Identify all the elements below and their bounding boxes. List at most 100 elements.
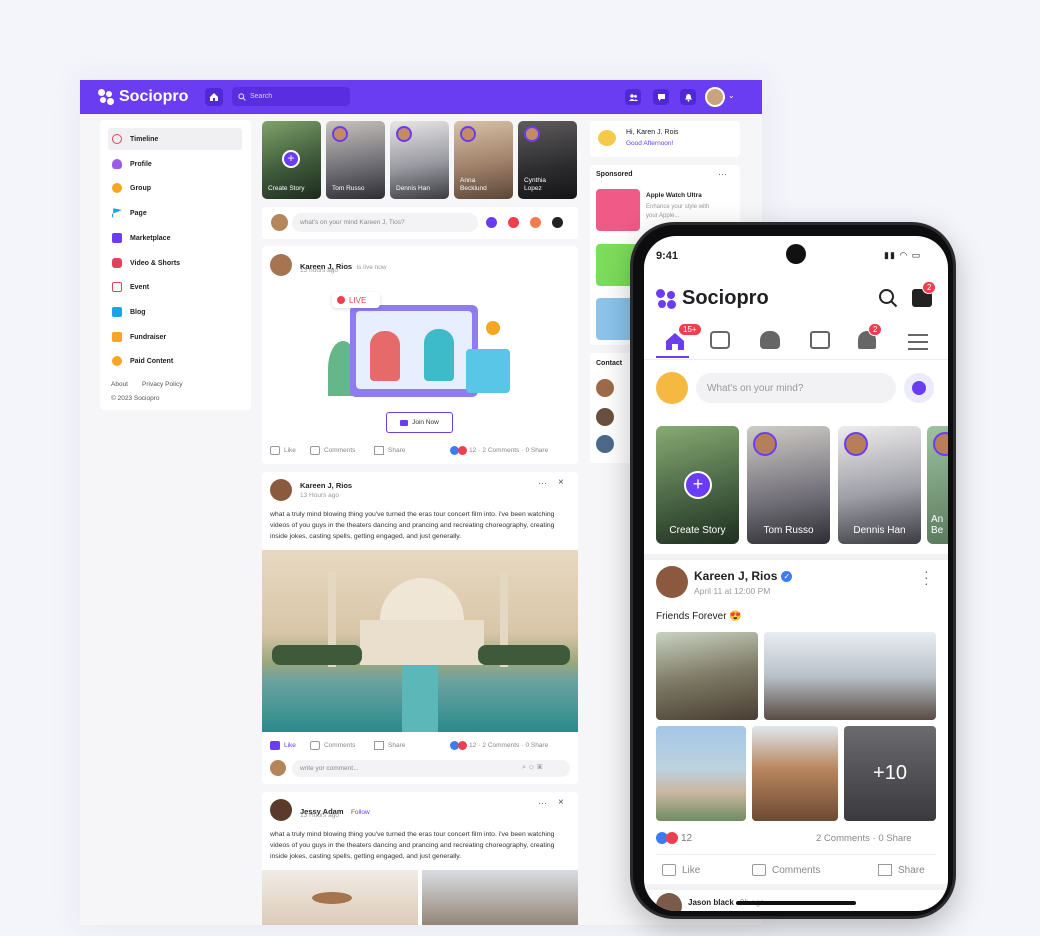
friends-button[interactable] [625,89,641,105]
messenger-icon[interactable]: 2 [912,281,937,307]
sidebar-item-blog[interactable]: Blog [108,301,242,323]
tab-video[interactable] [710,331,734,353]
sidebar-footer: About Privacy Policy © 2023 Sociopro [111,378,196,406]
sidebar-item-video-shorts[interactable]: Video & Shorts [108,252,242,274]
reactions[interactable]: 12 [656,832,692,844]
search-input[interactable]: Search [232,87,350,106]
sponsored-image[interactable] [596,189,640,231]
story-item[interactable]: Cynthia Lopez [518,121,577,199]
sidebar-item-profile[interactable]: Profile [108,153,242,175]
story-item[interactable]: Dennis Han [390,121,449,199]
sidebar-item-label: Marketplace [130,234,171,242]
close-icon[interactable]: × [558,797,564,808]
avatar[interactable] [656,893,682,911]
story-create[interactable]: + Create Story [656,426,739,544]
about-link[interactable]: About [111,381,128,388]
sidebar-item-fundraiser[interactable]: Fundraiser [108,326,242,348]
home-button[interactable] [205,88,223,106]
post-photo[interactable] [656,632,758,720]
story-create[interactable]: + Create Story [262,121,321,199]
brand-logo[interactable]: Sociopro [98,88,188,106]
more-options-icon[interactable]: ··· [538,798,547,808]
messages-button[interactable] [653,89,669,105]
story-item[interactable]: Tom Russo [747,426,830,544]
sponsored-item-title[interactable]: Apple Watch Ultra [646,192,702,199]
search-icon[interactable] [878,288,898,308]
user-avatar[interactable] [705,87,725,107]
feeling-icon[interactable] [486,217,497,228]
tab-home[interactable]: 15+ [664,323,702,353]
comments-button[interactable]: Comments [310,741,355,750]
tab-menu[interactable] [908,334,932,356]
post-photo-more[interactable]: +10 [844,726,936,821]
chevron-down-icon[interactable]: ⌄ [728,91,735,100]
sidebar-item-group[interactable]: Group [108,177,242,199]
story-item[interactable]: Dennis Han [838,426,921,544]
join-button-label: Join Now [412,419,439,426]
sidebar-item-event[interactable]: Event [108,276,242,298]
share-button[interactable]: Share [374,446,405,455]
sidebar-item-page[interactable]: Page [108,202,242,224]
video-icon [112,258,122,268]
search-placeholder: Search [250,93,273,100]
avatar[interactable] [656,372,688,404]
like-button[interactable]: Like [270,741,296,750]
post-author[interactable]: Kareen J, Rios [694,569,777,583]
search-icon [238,92,246,101]
more-icon[interactable] [552,217,563,228]
post-time: April 11 at 12:00 PM [694,586,771,596]
avatar [270,254,292,276]
story-item[interactable]: Anna Becklund [454,121,513,199]
join-now-button[interactable]: Join Now [386,412,453,433]
phone-bezel: 9:41 ▮▮ ◠ ▭ Sociopro 2 15+ 2 What's on y… [633,225,953,916]
attach-icon[interactable]: ⌕ ☺ ▣ [522,764,542,772]
post-photo[interactable] [656,726,746,821]
story-avatar [332,126,348,142]
comment-count[interactable]: 2 Comments [816,833,870,844]
notification-badge: 2 [868,323,883,336]
sidebar-item-timeline[interactable]: Timeline [108,128,242,150]
tag-people-icon[interactable] [530,217,541,228]
contact-avatar[interactable] [596,408,614,426]
blog-icon [112,307,122,317]
paid-content-icon [112,356,122,366]
privacy-policy-link[interactable]: Privacy Policy [142,381,182,388]
share-count: 0 Share [525,742,549,749]
app-logo[interactable]: Sociopro [656,287,769,310]
tab-notifications[interactable]: 2 [858,323,883,353]
tab-friends[interactable] [760,331,784,353]
avatar[interactable] [656,566,688,598]
comments-button[interactable]: Comments [310,446,355,455]
contact-avatar[interactable] [596,379,614,397]
story-item[interactable]: Tom Russo [326,121,385,199]
comment-count[interactable]: 2 Comments [482,742,519,749]
more-options-icon[interactable]: ··· [924,564,929,590]
more-options-icon[interactable]: ··· [718,169,727,179]
share-button[interactable]: Share [374,741,405,750]
post-author[interactable]: Jason black [688,898,734,907]
sidebar-item-marketplace[interactable]: Marketplace [108,227,242,249]
close-icon[interactable]: × [558,477,564,488]
story-item[interactable]: An Be [927,426,948,544]
share-button[interactable]: Share [878,864,925,876]
post-image[interactable] [422,870,578,925]
feeling-button[interactable] [904,373,934,403]
post-photo[interactable] [764,632,936,720]
notifications-button[interactable] [680,89,696,105]
post-image[interactable] [262,550,578,732]
like-button[interactable]: Like [270,446,296,455]
location-icon[interactable] [508,217,519,228]
post-image[interactable] [262,870,418,925]
like-button[interactable]: Like [662,864,700,876]
follow-link[interactable]: Follow [351,809,370,816]
comment-count[interactable]: 2 Comments [482,447,519,454]
composer-input[interactable]: What's on your mind? [696,373,896,403]
composer-input[interactable]: what's on your mind Kareen J, Tios? [292,213,478,232]
post-photo[interactable] [752,726,838,821]
tab-marketplace[interactable] [810,331,834,353]
more-options-icon[interactable]: ··· [538,478,547,488]
comments-button[interactable]: Comments [752,864,820,876]
contact-avatar[interactable] [596,435,614,453]
sidebar-item-paid-content[interactable]: Paid Content [108,350,242,372]
post-author[interactable]: Kareen J, Rios [300,481,352,490]
